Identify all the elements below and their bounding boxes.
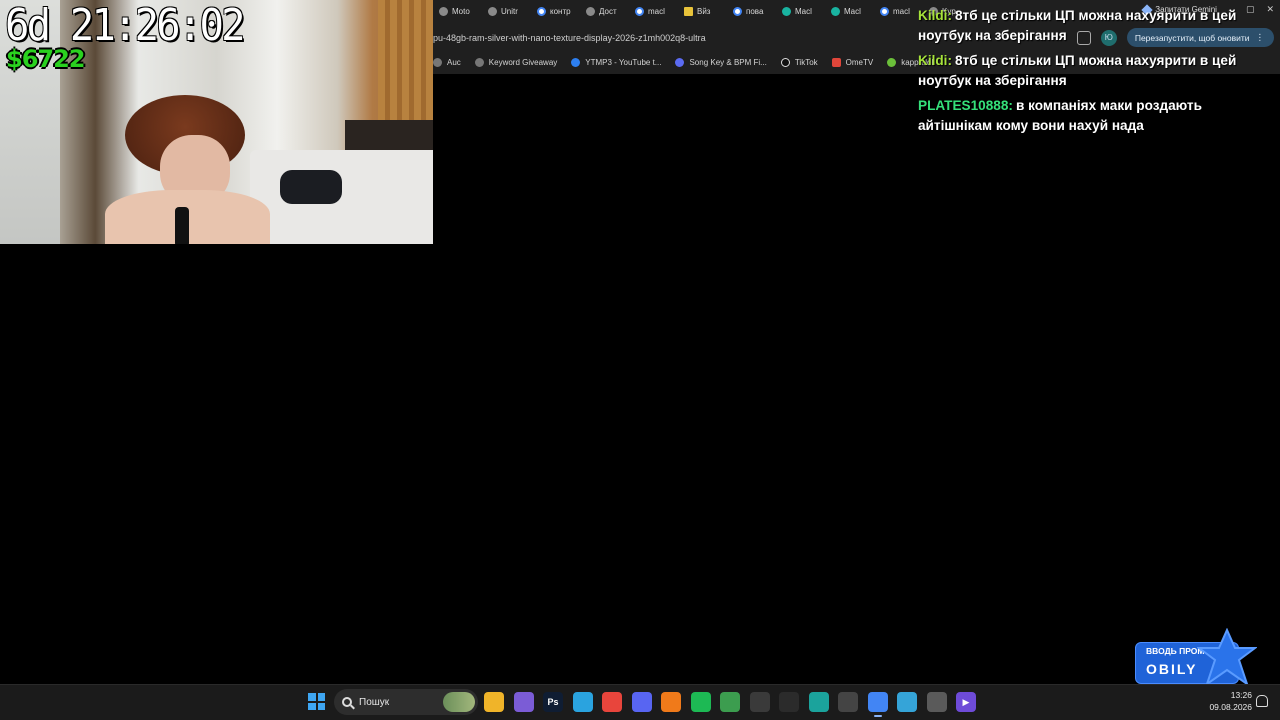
browser-tab[interactable]: macl <box>633 1 682 21</box>
tab-label: Unitr <box>501 6 518 16</box>
spotify-icon[interactable] <box>690 692 711 712</box>
webcam-wood-panel <box>378 0 433 140</box>
tab-label: Macl <box>844 6 861 16</box>
capcut-icon[interactable] <box>779 692 799 712</box>
browser-tab[interactable]: Unitr <box>486 1 535 21</box>
donation-total: $6722 <box>6 45 85 73</box>
app-purple-icon[interactable] <box>513 692 534 712</box>
microphone <box>175 207 189 244</box>
media-player-icon[interactable]: ▶ <box>956 692 976 712</box>
clock-date: 09.08.2026 <box>1209 702 1252 712</box>
terminal-icon[interactable] <box>838 692 858 712</box>
discord-icon[interactable] <box>631 692 652 712</box>
file-explorer-icon[interactable] <box>484 692 504 712</box>
tab-label: Macl <box>795 6 812 16</box>
bookmark-favicon-icon <box>571 57 581 67</box>
google-favicon-icon <box>880 6 889 16</box>
windows-logo-icon <box>308 693 316 701</box>
chat-message: Kildi: 8тб це стільки ЦП можна нахуярити … <box>918 51 1268 91</box>
chat-message: Kildi: 8тб це стільки ЦП можна нахуярити … <box>918 6 1268 46</box>
tab-label: пова <box>746 6 764 16</box>
edge-icon[interactable] <box>808 692 829 712</box>
search-icon <box>342 697 352 707</box>
bookmark-label: TikTok <box>794 57 818 67</box>
chat-username: PLATES10888: <box>918 98 1013 113</box>
photoshop-icon[interactable]: Ps <box>543 692 563 712</box>
calculator-icon[interactable] <box>926 692 947 712</box>
chat-message: PLATES10888: в компаніях маки роздають ай… <box>918 96 1268 136</box>
browser-tab[interactable]: Moto <box>437 1 486 21</box>
chatgpt-favicon-icon <box>782 6 791 16</box>
browser-tab[interactable]: пова <box>731 1 780 21</box>
tab-label: Вйз <box>697 6 711 16</box>
bookmark-favicon-icon <box>433 57 442 67</box>
chat-text: 8тб це стільки ЦП можна нахуярити в цей … <box>918 53 1237 88</box>
chrome-active-icon[interactable] <box>867 692 888 717</box>
chat-username: Kildi: <box>918 53 952 68</box>
bookmark-label: Keyword Giveaway <box>488 57 558 67</box>
chrome-icon[interactable] <box>602 692 622 712</box>
windows-taskbar: Пошук Ps ▶ 13:26 09.08.2026 <box>0 684 1280 720</box>
webcam-person <box>105 95 275 244</box>
webcam-bag <box>280 170 342 204</box>
promo-line1: ВВОДЬ ПРОМ <box>1146 646 1205 656</box>
telegram-icon[interactable] <box>572 692 593 712</box>
chrome-profile-icon[interactable] <box>720 692 740 712</box>
browser-tab[interactable]: контр <box>535 1 584 21</box>
bookmark-label: Auc <box>447 57 461 67</box>
promo-code: OBILY <box>1146 661 1198 677</box>
chat-username: Kildi: <box>918 8 952 23</box>
chat-text: 8тб це стільки ЦП можна нахуярити в цей … <box>918 8 1237 43</box>
browser-tab[interactable]: Macl <box>780 1 829 21</box>
tab-label: macl <box>893 6 910 16</box>
taskbar-apps: Ps ▶ <box>484 692 976 717</box>
webcam-bed <box>250 150 433 244</box>
google-favicon-icon <box>733 6 742 16</box>
subathon-timer: 6d 21:26:02 <box>5 0 245 51</box>
webcam-feed: 6d 21:26:02 $6722 <box>0 0 433 244</box>
tab-label: Дост <box>599 6 617 16</box>
google-favicon-icon <box>635 6 644 16</box>
system-clock[interactable]: 13:26 09.08.2026 <box>1208 689 1252 713</box>
chatgpt-favicon-icon <box>831 6 840 16</box>
bookmark-label: YTMP3 - YouTube t... <box>585 57 662 67</box>
bookmark-favicon-icon <box>780 57 790 67</box>
bookmark-favicon-icon <box>887 57 897 67</box>
browser-tab[interactable]: Вйз <box>682 1 731 21</box>
tab-label: Moto <box>452 6 470 16</box>
clock-time: 13:26 <box>1230 690 1252 700</box>
start-button[interactable] <box>308 693 325 710</box>
promo-star-icon <box>1197 628 1257 687</box>
google-favicon-icon <box>537 6 546 16</box>
bookmark-item[interactable]: Song Key & BPM Fi... <box>675 57 767 67</box>
search-highlight-thumbnail <box>443 692 475 712</box>
obs-icon[interactable] <box>749 692 770 712</box>
bookmark-item[interactable]: Auc <box>433 57 461 67</box>
notification-bell-icon[interactable] <box>1256 695 1268 707</box>
taskbar-search[interactable]: Пошук <box>334 689 478 715</box>
tab-label: macl <box>648 6 665 16</box>
bookmark-item[interactable]: Keyword Giveaway <box>474 57 558 67</box>
generic-favicon-icon <box>488 6 497 16</box>
url-text[interactable]: pu-48gb-ram-silver-with-nano-texture-dis… <box>433 33 706 43</box>
bookmark-favicon-icon <box>474 57 484 67</box>
bookmark-favicon-icon <box>675 57 685 67</box>
promo-badge: ВВОДЬ ПРОМ OBILY <box>1135 628 1260 688</box>
fl-studio-icon[interactable] <box>661 692 681 712</box>
doc-favicon-icon <box>684 6 693 16</box>
tab-label: контр <box>550 6 571 16</box>
browser-tab[interactable]: Macl <box>829 1 878 21</box>
bookmark-item[interactable]: YTMP3 - YouTube t... <box>571 57 662 67</box>
bookmark-favicon-icon <box>831 57 841 67</box>
bookmark-label: Song Key & BPM Fi... <box>689 57 767 67</box>
browser-tab[interactable]: Дост <box>584 1 633 21</box>
bookmark-item[interactable]: OmeTV <box>831 57 874 67</box>
bookmark-item[interactable]: TikTok <box>780 57 818 67</box>
bookmark-label: OmeTV <box>845 57 874 67</box>
telegram-desktop-icon[interactable] <box>897 692 917 712</box>
generic-favicon-icon <box>586 6 595 16</box>
chat-overlay: Kildi: 8тб це стільки ЦП можна нахуярити … <box>918 6 1268 141</box>
generic-favicon-icon <box>439 6 448 16</box>
search-placeholder: Пошук <box>359 696 390 708</box>
